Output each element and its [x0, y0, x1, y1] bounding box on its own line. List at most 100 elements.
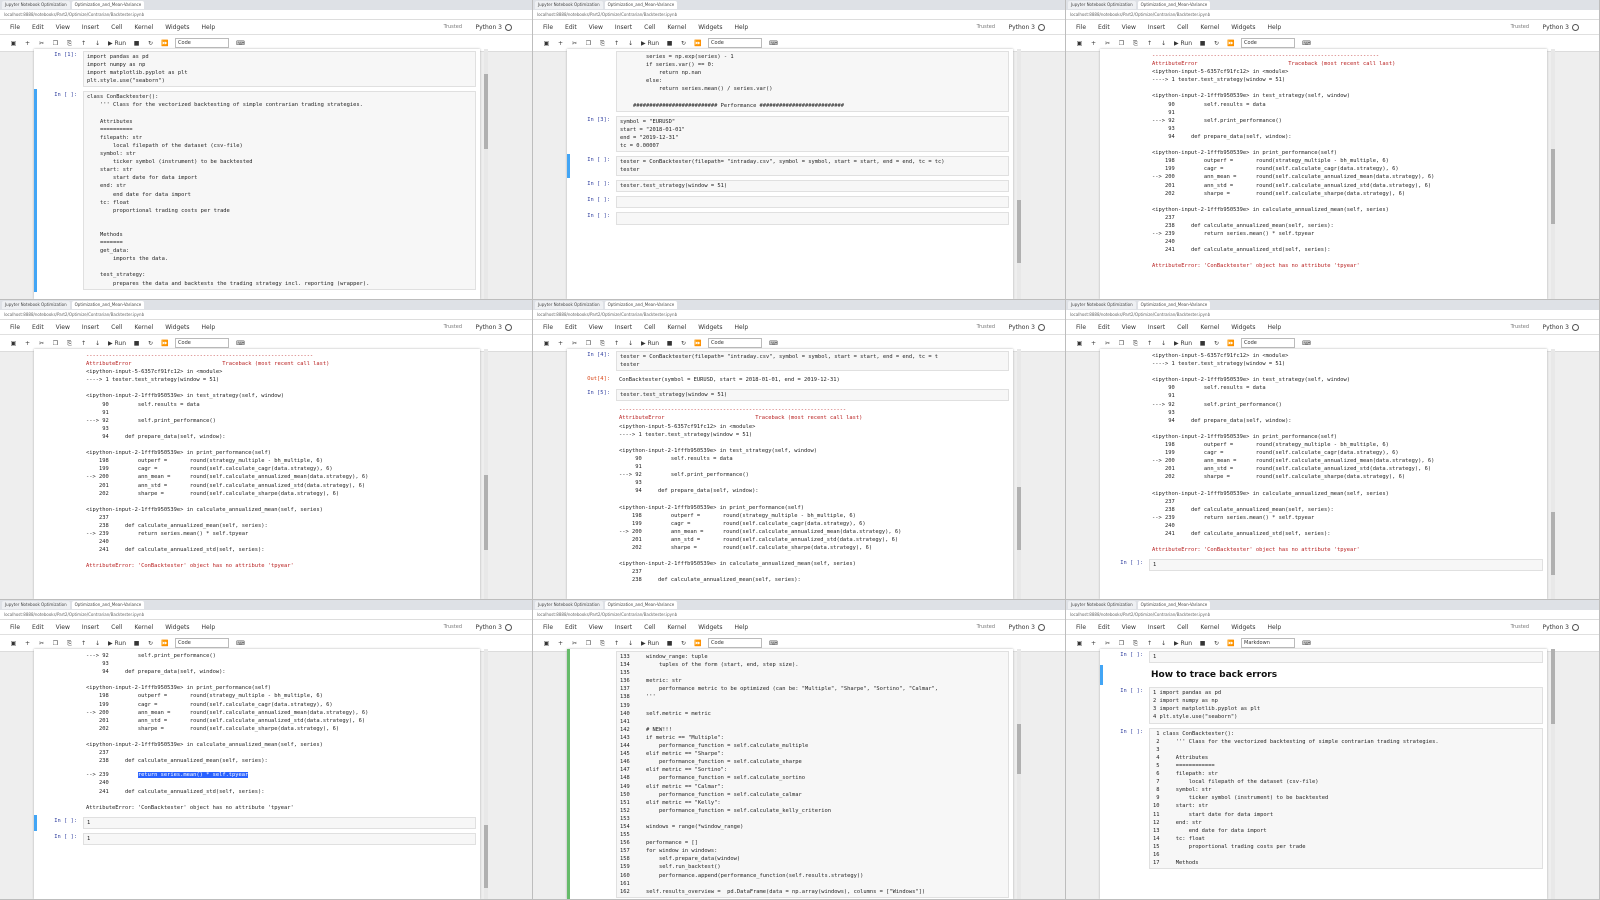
- browser-tab[interactable]: Optimization_and_Mean-Variance: [71, 301, 145, 309]
- copy-icon[interactable]: ❐: [1118, 340, 1125, 347]
- cut-icon[interactable]: ✂: [571, 640, 578, 647]
- fast-forward-icon[interactable]: ⏩: [161, 640, 168, 647]
- code-cell[interactable]: In [ ]: tester = ConBacktester(filepath= …: [567, 154, 1013, 179]
- copy-icon[interactable]: ❐: [52, 340, 59, 347]
- save-icon[interactable]: ▣: [1076, 40, 1083, 47]
- move-down-icon[interactable]: ↓: [627, 340, 634, 347]
- menu-item-edit[interactable]: Edit: [565, 624, 577, 631]
- move-down-icon[interactable]: ↓: [94, 40, 101, 47]
- cell-type-select[interactable]: Code: [708, 38, 763, 48]
- browser-tab[interactable]: Optimization_and_Mean-Variance: [71, 601, 145, 609]
- address-bar[interactable]: localhost:8888/notebooks/Part2/Optimize/…: [1066, 310, 1599, 320]
- keyboard-icon[interactable]: ⌨: [236, 640, 245, 647]
- code-cell[interactable]: In [ ]: 1: [1100, 557, 1547, 573]
- fast-forward-icon[interactable]: ⏩: [1227, 340, 1234, 347]
- menu-item-edit[interactable]: Edit: [32, 624, 44, 631]
- cut-icon[interactable]: ✂: [1104, 40, 1111, 47]
- move-up-icon[interactable]: ↑: [1146, 640, 1153, 647]
- notebook-scrollbar[interactable]: [1551, 349, 1555, 599]
- browser-tab[interactable]: Jupyter Notebook Optimization: [1068, 601, 1136, 609]
- menu-item-view[interactable]: View: [56, 24, 70, 31]
- cell-type-select[interactable]: Code: [708, 638, 763, 648]
- move-up-icon[interactable]: ↑: [1146, 340, 1153, 347]
- menu-item-insert[interactable]: Insert: [615, 24, 632, 31]
- restart-icon[interactable]: ↻: [680, 640, 687, 647]
- menu-item-cell[interactable]: Cell: [111, 324, 122, 331]
- selected-text[interactable]: return series.mean() * self.tpyear: [137, 772, 249, 779]
- notebook-scrollbar[interactable]: [484, 649, 488, 899]
- browser-tab[interactable]: Jupyter Notebook Optimization: [535, 1, 603, 9]
- fast-forward-icon[interactable]: ⏩: [694, 340, 701, 347]
- code-editor[interactable]: import pandas as pd import numpy as np i…: [83, 51, 476, 88]
- menu-item-edit[interactable]: Edit: [1098, 24, 1110, 31]
- menu-item-file[interactable]: File: [1076, 624, 1086, 631]
- scrollbar-thumb[interactable]: [1017, 724, 1021, 774]
- cell-type-select[interactable]: Code: [1241, 338, 1296, 348]
- keyboard-icon[interactable]: ⌨: [769, 40, 778, 47]
- stop-icon[interactable]: ■: [666, 640, 673, 647]
- address-bar[interactable]: localhost:8888/notebooks/Part2/Optimize/…: [1066, 610, 1599, 620]
- menu-item-kernel[interactable]: Kernel: [134, 324, 153, 331]
- cut-icon[interactable]: ✂: [1104, 340, 1111, 347]
- address-bar[interactable]: localhost:8888/notebooks/Part2/Optimize/…: [533, 610, 1065, 620]
- move-up-icon[interactable]: ↑: [613, 640, 620, 647]
- menu-item-kernel[interactable]: Kernel: [1200, 24, 1219, 31]
- move-down-icon[interactable]: ↓: [1160, 640, 1167, 647]
- menu-item-widgets[interactable]: Widgets: [165, 624, 189, 631]
- browser-tab[interactable]: Optimization_and_Mean-Variance: [604, 601, 678, 609]
- run-button[interactable]: ▶ Run: [108, 40, 126, 47]
- menu-item-insert[interactable]: Insert: [1148, 624, 1165, 631]
- move-up-icon[interactable]: ↑: [613, 40, 620, 47]
- code-cell[interactable]: 133 window_range: tuple 134 tuples of th…: [567, 649, 1013, 899]
- cut-icon[interactable]: ✂: [571, 40, 578, 47]
- menu-item-help[interactable]: Help: [1267, 24, 1281, 31]
- scrollbar-thumb[interactable]: [1017, 200, 1021, 263]
- restart-icon[interactable]: ↻: [1213, 40, 1220, 47]
- add-cell-icon[interactable]: +: [24, 640, 31, 647]
- browser-tab[interactable]: Optimization_and_Mean-Variance: [604, 1, 678, 9]
- menu-item-file[interactable]: File: [1076, 24, 1086, 31]
- run-button[interactable]: ▶ Run: [108, 640, 126, 647]
- menu-item-cell[interactable]: Cell: [644, 24, 655, 31]
- add-cell-icon[interactable]: +: [24, 340, 31, 347]
- stop-icon[interactable]: ■: [133, 40, 140, 47]
- code-editor[interactable]: class ConBacktester(): ''' Class for the…: [83, 91, 476, 290]
- move-down-icon[interactable]: ↓: [94, 340, 101, 347]
- save-icon[interactable]: ▣: [10, 340, 17, 347]
- browser-tab[interactable]: Optimization_and_Mean-Variance: [1137, 1, 1211, 9]
- keyboard-icon[interactable]: ⌨: [236, 340, 245, 347]
- menu-item-view[interactable]: View: [589, 24, 603, 31]
- run-button[interactable]: ▶ Run: [1174, 40, 1192, 47]
- fast-forward-icon[interactable]: ⏩: [161, 40, 168, 47]
- browser-tab[interactable]: Jupyter Notebook Optimization: [2, 601, 70, 609]
- menu-item-help[interactable]: Help: [734, 624, 748, 631]
- menu-item-view[interactable]: View: [589, 324, 603, 331]
- notebook-scrollbar[interactable]: [1017, 649, 1021, 899]
- menu-item-help[interactable]: Help: [201, 324, 215, 331]
- code-cell[interactable]: In [3]: symbol = "EURUSD" start = "2018-0…: [567, 114, 1013, 154]
- cell-type-select[interactable]: Code: [708, 338, 763, 348]
- menu-item-widgets[interactable]: Widgets: [1231, 324, 1255, 331]
- menu-item-cell[interactable]: Cell: [111, 24, 122, 31]
- code-cell[interactable]: In [ ]:: [567, 210, 1013, 226]
- copy-icon[interactable]: ❐: [585, 340, 592, 347]
- paste-icon[interactable]: ⎘: [66, 640, 73, 647]
- cell-type-select[interactable]: Code: [1241, 38, 1296, 48]
- code-editor[interactable]: [616, 212, 1009, 225]
- menu-item-cell[interactable]: Cell: [1177, 24, 1188, 31]
- menu-item-help[interactable]: Help: [734, 24, 748, 31]
- menu-item-view[interactable]: View: [56, 624, 70, 631]
- menu-item-kernel[interactable]: Kernel: [134, 24, 153, 31]
- copy-icon[interactable]: ❐: [52, 640, 59, 647]
- stop-icon[interactable]: ■: [1199, 340, 1206, 347]
- restart-icon[interactable]: ↻: [1213, 340, 1220, 347]
- browser-tab[interactable]: Optimization_and_Mean-Variance: [604, 301, 678, 309]
- restart-icon[interactable]: ↻: [680, 40, 687, 47]
- paste-icon[interactable]: ⎘: [1132, 640, 1139, 647]
- menu-item-insert[interactable]: Insert: [1148, 324, 1165, 331]
- code-editor[interactable]: 1: [83, 832, 476, 845]
- menu-item-widgets[interactable]: Widgets: [165, 24, 189, 31]
- copy-icon[interactable]: ❐: [52, 40, 59, 47]
- menu-item-edit[interactable]: Edit: [565, 24, 577, 31]
- keyboard-icon[interactable]: ⌨: [769, 640, 778, 647]
